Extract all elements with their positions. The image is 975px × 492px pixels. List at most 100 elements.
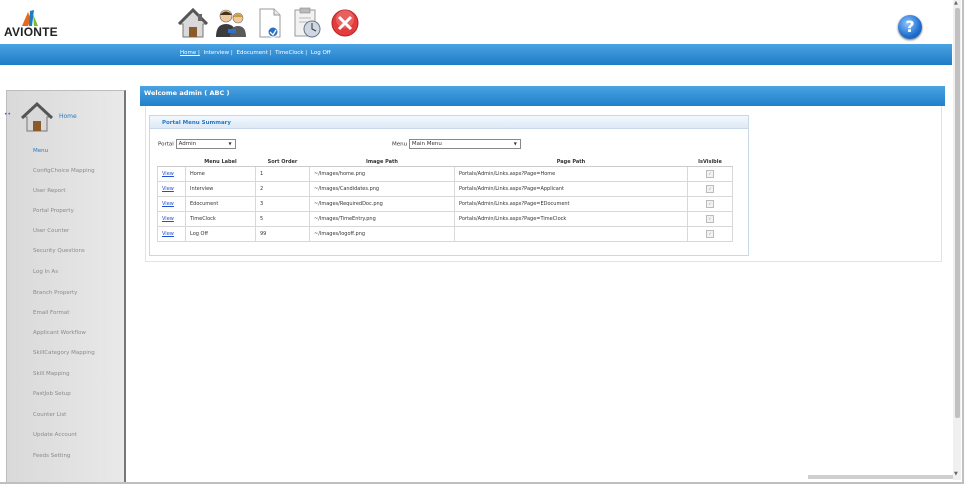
cell-sort-order: 1 [255,166,310,182]
view-link[interactable]: View [162,231,174,237]
nav-timeclock[interactable]: TimeClock | [275,50,307,56]
sidebar-item-update-account[interactable]: Update Account [33,432,77,438]
scrollbar-thumb[interactable] [955,8,960,418]
table-row: View Edocument 3 ~/Images/RequiredDoc.pn… [157,196,733,212]
sidebar-item-email-format[interactable]: Email Format [33,310,69,316]
scroll-up-arrow-icon[interactable]: ▲ [954,0,958,6]
cell-image-path: ~/Images/home.png [309,166,455,182]
portal-filter: Portal Admin ▼ [158,139,236,149]
cell-image-path: ~/Images/Candidates.png [309,181,455,197]
document-icon[interactable] [252,6,286,40]
help-icon[interactable]: ? [898,15,922,39]
cell-sort-order: 3 [255,196,310,212]
isvisible-checkbox[interactable]: ✓ [706,215,714,223]
sidebar: •• Home Menu ConfigChoice Mapping User R… [4,90,126,482]
portal-select[interactable]: Admin ▼ [175,139,236,149]
cell-page-path: Portals/Admin/Links.aspx?Page=Applicant [454,181,688,197]
isvisible-checkbox[interactable]: ✓ [706,185,714,193]
view-link[interactable]: View [162,216,174,222]
table-row: View Log Off 99 ~/Images/logoff.png ✓ [157,226,733,242]
toolbar [176,6,362,40]
logoff-icon[interactable] [328,6,362,40]
column-header-menu-label: Menu Label [185,158,256,167]
nav-home[interactable]: Home | [180,50,200,56]
arrow-icon: •• [4,111,12,118]
nav-interview[interactable]: Interview | [204,50,233,56]
browser-frame: AVIONTE ? Home | Interview | Edocument |… [0,0,964,484]
table-row: View Home 1 ~/Images/home.png Portals/Ad… [157,166,733,182]
timeclock-icon[interactable] [290,6,324,40]
cell-menu-label: Edocument [185,196,256,212]
menu-select-value: Main Menu [411,141,442,147]
portal-select-value: Admin [178,141,197,147]
cell-menu-label: Log Off [185,226,256,242]
column-header-image-path: Image Path [309,158,455,167]
sidebar-item-user-report[interactable]: User Report [33,188,66,194]
menu-table: Menu Label Sort Order Image Path Page Pa… [157,158,733,242]
menu-select[interactable]: Main Menu ▼ [408,139,521,149]
sidebar-item-skill-mapping[interactable]: Skill Mapping [33,371,70,377]
chevron-down-icon: ▼ [228,141,232,146]
cell-menu-label: Interview [185,181,256,197]
chevron-down-icon: ▼ [513,141,517,146]
view-link[interactable]: View [162,201,174,207]
sidebar-item-counter-list[interactable]: Counter List [33,412,66,418]
sidebar-item-applicant-workflow[interactable]: Applicant Workflow [33,330,86,336]
column-header [157,158,186,167]
sidebar-item-log-in-as[interactable]: Log In As [33,269,58,275]
sidebar-item-configchoice-mapping[interactable]: ConfigChoice Mapping [33,168,95,174]
interview-people-icon[interactable] [214,6,248,40]
cell-menu-label: Home [185,166,256,182]
scroll-down-arrow-icon[interactable]: ▼ [954,471,958,477]
menu-filter: Menu Main Menu ▼ [392,139,521,149]
sidebar-item-portal-property[interactable]: Portal Property [33,208,74,214]
sidebar-item-security-questions[interactable]: Security Questions [33,248,85,254]
cell-page-path: Portals/Admin/Links.aspx?Page=Home [454,166,688,182]
sidebar-item-pastjob-setup[interactable]: PastJob Setup [33,391,71,397]
sidebar-home-label: Home [59,113,77,120]
isvisible-checkbox[interactable]: ✓ [706,230,714,238]
logo-text: AVIONTE [4,25,58,39]
table-row: View TimeClock 5 ~/Images/TimeEntry.png … [157,211,733,227]
sidebar-item-user-counter[interactable]: User Counter [33,228,69,234]
nav-links: Home | Interview | Edocument | TimeClock… [180,50,333,56]
view-link[interactable]: View [162,186,174,192]
column-header-isvisible: IsVisible [687,158,733,167]
sidebar-item-branch-property[interactable]: Branch Property [33,290,77,296]
cell-sort-order: 2 [255,181,310,197]
nav-edocument[interactable]: Edocument | [237,50,272,56]
cell-page-path: Portals/Admin/Links.aspx?Page=TimeClock [454,211,688,227]
sidebar-item-feeds-setting[interactable]: Feeds Setting [33,453,70,459]
cell-image-path: ~/Images/TimeEntry.png [309,211,455,227]
sidebar-item-menu[interactable]: Menu [33,148,48,154]
welcome-bar: Welcome admin ( ABC ) [140,86,945,106]
cell-page-path [454,226,688,242]
sidebar-home[interactable]: •• Home [4,91,124,139]
welcome-text: Welcome admin ( ABC ) [144,89,230,97]
header: AVIONTE ? [0,0,952,44]
column-header-sort-order: Sort Order [255,158,310,167]
isvisible-checkbox[interactable]: ✓ [706,200,714,208]
home-icon[interactable] [176,6,210,40]
panel-title: Portal Menu Summary [162,120,231,126]
cell-sort-order: 99 [255,226,310,242]
cell-page-path: Portals/Admin/Links.aspx?Page=EDocument [454,196,688,212]
view-link[interactable]: View [162,171,174,177]
isvisible-checkbox[interactable]: ✓ [706,170,714,178]
home-icon [20,101,54,132]
portal-label: Portal [158,141,174,148]
navbar: Home | Interview | Edocument | TimeClock… [0,44,952,65]
horizontal-scrollbar[interactable] [808,475,953,479]
cell-image-path: ~/Images/RequiredDoc.png [309,196,455,212]
column-header-page-path: Page Path [454,158,688,167]
menu-label: Menu [392,141,408,148]
cell-image-path: ~/Images/logoff.png [309,226,455,242]
cell-sort-order: 5 [255,211,310,227]
nav-logoff[interactable]: Log Off [311,50,331,56]
sidebar-item-skillcategory-mapping[interactable]: SkillCategory Mapping [33,350,95,356]
portal-menu-summary-panel: Portal Menu Summary Portal Admin ▼ Menu … [149,115,749,256]
panel-header: Portal Menu Summary [150,116,748,129]
table-header-row: Menu Label Sort Order Image Path Page Pa… [157,158,733,167]
cell-menu-label: TimeClock [185,211,256,227]
table-row: View Interview 2 ~/Images/Candidates.png… [157,181,733,197]
